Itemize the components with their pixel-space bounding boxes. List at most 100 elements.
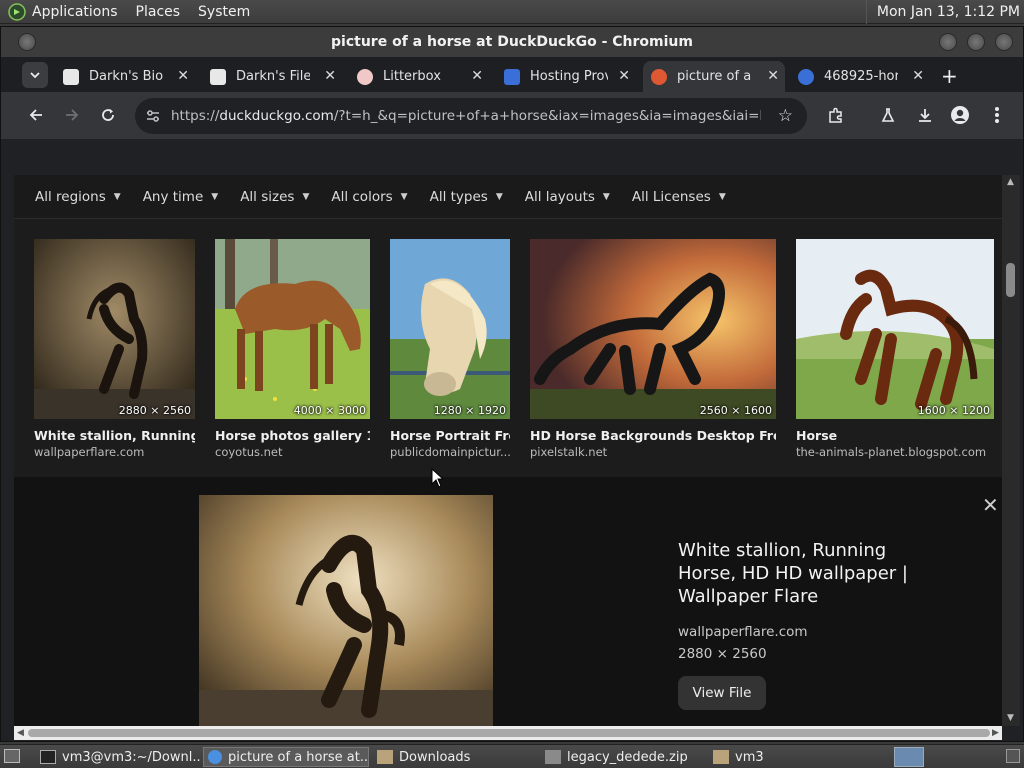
minimize-button[interactable] (939, 33, 957, 51)
downloads-icon[interactable] (914, 104, 936, 126)
close-tab-icon[interactable]: ✕ (471, 68, 483, 84)
system-menu[interactable]: System (198, 4, 250, 20)
result-title[interactable]: White stallion, Running H... (34, 428, 195, 443)
image-dimensions: 1600 × 1200 (917, 404, 990, 417)
result-title[interactable]: Horse (796, 428, 994, 443)
maximize-button[interactable] (967, 33, 985, 51)
image-result-card[interactable]: 2560 × 1600 HD Horse Backgrounds Desktop… (530, 239, 776, 459)
taskbar-item-chromium[interactable]: picture of a horse at... (203, 747, 369, 767)
scroll-left-arrow-icon[interactable]: ◀ (17, 728, 24, 738)
show-desktop-icon[interactable] (4, 749, 20, 763)
close-tab-icon[interactable]: ✕ (912, 68, 924, 84)
back-arrow-icon[interactable] (25, 104, 47, 126)
close-tab-icon[interactable]: ✕ (177, 68, 189, 84)
chromium-icon (208, 750, 222, 764)
result-title[interactable]: Horse Portrait Fre... (390, 428, 510, 443)
taskbar-label: legacy_dedede.zip (567, 749, 688, 765)
taskbar-item-vm3-folder[interactable]: vm3 (709, 747, 873, 767)
reload-icon[interactable] (97, 104, 119, 126)
close-window-button[interactable] (995, 33, 1013, 51)
tab-darkns-bio[interactable]: Darkn's Bio ✕ (55, 61, 195, 92)
workspace-switcher[interactable] (894, 747, 924, 767)
result-source[interactable]: the-animals-planet.blogspot.com (796, 445, 994, 459)
result-thumbnail[interactable]: 4000 × 3000 (215, 239, 370, 419)
caret-down-icon: ▼ (718, 191, 726, 202)
folder-icon (713, 750, 729, 764)
close-tab-icon[interactable]: ✕ (767, 68, 779, 84)
view-file-button[interactable]: View File (678, 676, 766, 710)
result-source[interactable]: pixelstalk.net (530, 445, 776, 459)
detail-dimensions: 2880 × 2560 (678, 646, 767, 662)
result-source[interactable]: publicdomainpictur... (390, 445, 510, 459)
result-source[interactable]: coyotus.net (215, 445, 370, 459)
image-result-card[interactable]: 4000 × 3000 Horse photos gallery 10... c… (215, 239, 370, 459)
close-tab-icon[interactable]: ✕ (618, 68, 630, 84)
tab-468925-horse[interactable]: 468925-hors ✕ (790, 61, 930, 92)
caret-down-icon: ▼ (113, 191, 121, 202)
detail-title[interactable]: White stallion, Running Horse, HD HD wal… (678, 539, 948, 608)
filters-bar: All regions ▼ Any time ▼ All sizes ▼ All co… (14, 175, 1002, 219)
black-horse-sunset-image (530, 239, 776, 419)
taskbar-item-downloads[interactable]: Downloads (373, 747, 537, 767)
new-tab-plus-icon[interactable]: + (941, 64, 958, 88)
result-title[interactable]: Horse photos gallery 10... (215, 428, 370, 443)
site-info-icon[interactable] (145, 108, 161, 128)
image-result-card[interactable]: 2880 × 2560 White stallion, Running H...… (34, 239, 195, 459)
image-dimensions: 1280 × 1920 (433, 404, 506, 417)
tab-litterbox[interactable]: Litterbox ✕ (349, 61, 489, 92)
filter-size[interactable]: All sizes ▼ (240, 189, 309, 205)
tab-darkns-file[interactable]: Darkn's File I ✕ (202, 61, 342, 92)
address-bar[interactable]: https://duckduckgo.com/?t=h_&q=picture+o… (135, 98, 807, 134)
taskbar-item-terminal[interactable]: vm3@vm3:~/Downl... (36, 747, 200, 767)
labs-flask-icon[interactable] (877, 104, 899, 126)
close-detail-icon[interactable]: ✕ (982, 493, 999, 517)
detail-image[interactable] (199, 495, 493, 726)
window-menu-button[interactable] (18, 33, 36, 51)
tab-picture-of-a-horse[interactable]: picture of a h ✕ (643, 61, 785, 92)
tab-label: Hosting Prov (530, 69, 608, 84)
horizontal-scrollbar[interactable]: ◀ ▶ (14, 726, 1002, 740)
filter-layout[interactable]: All layouts ▼ (525, 189, 610, 205)
window-titlebar[interactable]: picture of a horse at DuckDuckGo - Chrom… (1, 27, 1023, 57)
taskbar-label: vm3 (735, 749, 764, 765)
result-thumbnail[interactable]: 1600 × 1200 (796, 239, 994, 419)
applications-menu[interactable]: Applications (32, 4, 118, 20)
vertical-scroll-thumb[interactable] (1006, 263, 1015, 297)
places-menu[interactable]: Places (136, 4, 181, 20)
filter-license[interactable]: All Licenses ▼ (632, 189, 726, 205)
filter-label: All regions (35, 188, 106, 205)
close-tab-icon[interactable]: ✕ (324, 68, 336, 84)
result-thumbnail[interactable]: 2560 × 1600 (530, 239, 776, 419)
folder-icon (377, 750, 393, 764)
brown-horse-image (215, 239, 370, 419)
horizontal-scroll-thumb[interactable] (28, 729, 990, 737)
result-thumbnail[interactable]: 2880 × 2560 (34, 239, 195, 419)
profile-avatar-icon[interactable] (949, 104, 971, 126)
scroll-up-arrow-icon[interactable]: ▲ (1007, 177, 1014, 187)
result-source[interactable]: wallpaperflare.com (34, 445, 195, 459)
panel-clock[interactable]: Mon Jan 13, 1:12 PM (865, 0, 1024, 24)
tab-search-button[interactable] (22, 62, 48, 88)
forward-arrow-icon[interactable] (61, 104, 83, 126)
trash-icon[interactable] (1006, 749, 1020, 763)
kebab-menu-icon[interactable] (986, 104, 1008, 126)
tab-hosting-prov[interactable]: Hosting Prov ✕ (496, 61, 636, 92)
scroll-right-arrow-icon[interactable]: ▶ (992, 728, 999, 738)
taskbar-item-zip[interactable]: legacy_dedede.zip (541, 747, 705, 767)
image-result-card[interactable]: 1280 × 1920 Horse Portrait Fre... public… (390, 239, 510, 459)
filter-type[interactable]: All types ▼ (430, 189, 503, 205)
image-result-card[interactable]: 1600 × 1200 Horse the-animals-planet.blo… (796, 239, 994, 459)
distro-logo-icon[interactable] (8, 2, 26, 21)
result-thumbnail[interactable]: 1280 × 1920 (390, 239, 510, 419)
tab-label: 468925-hors (824, 69, 898, 84)
bookmark-star-icon[interactable]: ☆ (778, 106, 793, 126)
vertical-scrollbar[interactable]: ▲ ▼ (1002, 175, 1020, 726)
filter-color[interactable]: All colors ▼ (331, 189, 407, 205)
result-title[interactable]: HD Horse Backgrounds Desktop Free D... (530, 428, 776, 443)
ddg-images-page: All regions ▼ Any time ▼ All sizes ▼ All co… (14, 175, 1002, 726)
filter-time[interactable]: Any time ▼ (143, 189, 219, 205)
detail-source[interactable]: wallpaperflare.com (678, 624, 808, 640)
scroll-down-arrow-icon[interactable]: ▼ (1007, 713, 1014, 723)
extensions-puzzle-icon[interactable] (825, 104, 847, 126)
filter-region[interactable]: All regions ▼ (35, 189, 121, 205)
